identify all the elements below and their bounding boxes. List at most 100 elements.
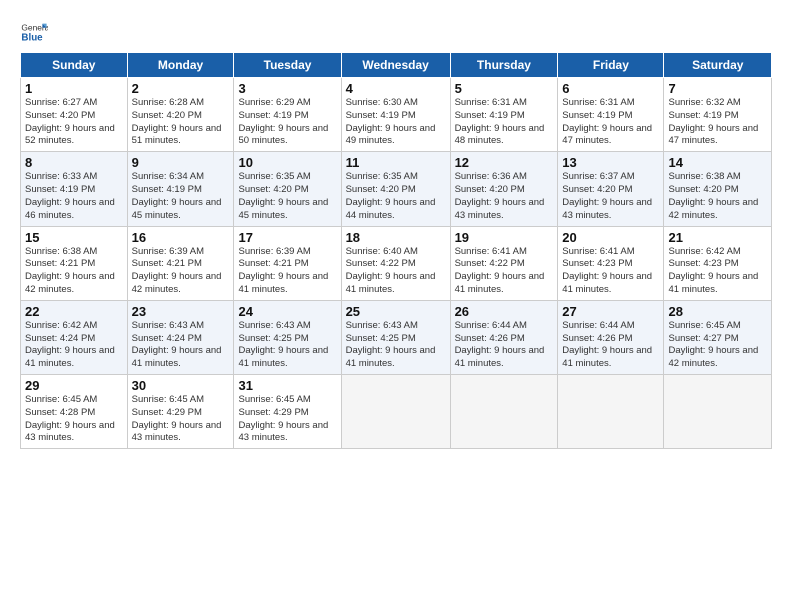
col-header-saturday: Saturday [664,53,772,78]
calendar-cell: 27Sunrise: 6:44 AM Sunset: 4:26 PM Dayli… [558,300,664,374]
week-row-5: 29Sunrise: 6:45 AM Sunset: 4:28 PM Dayli… [21,375,772,449]
logo-icon: General Blue [20,18,48,46]
day-detail: Sunrise: 6:41 AM Sunset: 4:22 PM Dayligh… [455,246,545,295]
col-header-wednesday: Wednesday [341,53,450,78]
col-header-thursday: Thursday [450,53,558,78]
day-detail: Sunrise: 6:40 AM Sunset: 4:22 PM Dayligh… [346,246,436,295]
calendar-cell: 14Sunrise: 6:38 AM Sunset: 4:20 PM Dayli… [664,152,772,226]
calendar-cell: 25Sunrise: 6:43 AM Sunset: 4:25 PM Dayli… [341,300,450,374]
header-row: SundayMondayTuesdayWednesdayThursdayFrid… [21,53,772,78]
day-number: 12 [455,155,554,170]
calendar-cell: 11Sunrise: 6:35 AM Sunset: 4:20 PM Dayli… [341,152,450,226]
day-detail: Sunrise: 6:29 AM Sunset: 4:19 PM Dayligh… [238,97,328,146]
calendar-cell [664,375,772,449]
day-detail: Sunrise: 6:43 AM Sunset: 4:25 PM Dayligh… [238,320,328,369]
calendar-cell: 20Sunrise: 6:41 AM Sunset: 4:23 PM Dayli… [558,226,664,300]
day-detail: Sunrise: 6:31 AM Sunset: 4:19 PM Dayligh… [455,97,545,146]
calendar-cell: 10Sunrise: 6:35 AM Sunset: 4:20 PM Dayli… [234,152,341,226]
day-number: 30 [132,378,230,393]
calendar-cell: 28Sunrise: 6:45 AM Sunset: 4:27 PM Dayli… [664,300,772,374]
week-row-4: 22Sunrise: 6:42 AM Sunset: 4:24 PM Dayli… [21,300,772,374]
calendar-cell: 12Sunrise: 6:36 AM Sunset: 4:20 PM Dayli… [450,152,558,226]
day-detail: Sunrise: 6:42 AM Sunset: 4:24 PM Dayligh… [25,320,115,369]
day-detail: Sunrise: 6:44 AM Sunset: 4:26 PM Dayligh… [562,320,652,369]
calendar-cell: 19Sunrise: 6:41 AM Sunset: 4:22 PM Dayli… [450,226,558,300]
day-number: 7 [668,81,767,96]
day-number: 27 [562,304,659,319]
day-number: 9 [132,155,230,170]
calendar-cell: 21Sunrise: 6:42 AM Sunset: 4:23 PM Dayli… [664,226,772,300]
day-detail: Sunrise: 6:42 AM Sunset: 4:23 PM Dayligh… [668,246,758,295]
day-number: 3 [238,81,336,96]
calendar-cell: 15Sunrise: 6:38 AM Sunset: 4:21 PM Dayli… [21,226,128,300]
day-number: 31 [238,378,336,393]
day-detail: Sunrise: 6:39 AM Sunset: 4:21 PM Dayligh… [132,246,222,295]
day-detail: Sunrise: 6:38 AM Sunset: 4:21 PM Dayligh… [25,246,115,295]
week-row-2: 8Sunrise: 6:33 AM Sunset: 4:19 PM Daylig… [21,152,772,226]
calendar-table: SundayMondayTuesdayWednesdayThursdayFrid… [20,52,772,449]
col-header-friday: Friday [558,53,664,78]
day-number: 11 [346,155,446,170]
day-number: 16 [132,230,230,245]
day-number: 5 [455,81,554,96]
top-row: General Blue [20,18,772,48]
day-detail: Sunrise: 6:43 AM Sunset: 4:24 PM Dayligh… [132,320,222,369]
day-detail: Sunrise: 6:45 AM Sunset: 4:29 PM Dayligh… [132,394,222,443]
day-number: 23 [132,304,230,319]
calendar-cell [450,375,558,449]
col-header-tuesday: Tuesday [234,53,341,78]
day-number: 6 [562,81,659,96]
day-detail: Sunrise: 6:35 AM Sunset: 4:20 PM Dayligh… [346,171,436,220]
day-detail: Sunrise: 6:45 AM Sunset: 4:27 PM Dayligh… [668,320,758,369]
calendar-cell: 23Sunrise: 6:43 AM Sunset: 4:24 PM Dayli… [127,300,234,374]
calendar-cell: 6Sunrise: 6:31 AM Sunset: 4:19 PM Daylig… [558,78,664,152]
day-number: 25 [346,304,446,319]
calendar-cell: 17Sunrise: 6:39 AM Sunset: 4:21 PM Dayli… [234,226,341,300]
day-detail: Sunrise: 6:39 AM Sunset: 4:21 PM Dayligh… [238,246,328,295]
day-detail: Sunrise: 6:27 AM Sunset: 4:20 PM Dayligh… [25,97,115,146]
day-detail: Sunrise: 6:44 AM Sunset: 4:26 PM Dayligh… [455,320,545,369]
day-number: 17 [238,230,336,245]
day-detail: Sunrise: 6:28 AM Sunset: 4:20 PM Dayligh… [132,97,222,146]
calendar-cell: 2Sunrise: 6:28 AM Sunset: 4:20 PM Daylig… [127,78,234,152]
day-number: 8 [25,155,123,170]
calendar-cell [558,375,664,449]
day-number: 19 [455,230,554,245]
col-header-monday: Monday [127,53,234,78]
calendar-cell: 7Sunrise: 6:32 AM Sunset: 4:19 PM Daylig… [664,78,772,152]
day-detail: Sunrise: 6:34 AM Sunset: 4:19 PM Dayligh… [132,171,222,220]
calendar-cell: 3Sunrise: 6:29 AM Sunset: 4:19 PM Daylig… [234,78,341,152]
day-detail: Sunrise: 6:38 AM Sunset: 4:20 PM Dayligh… [668,171,758,220]
calendar-cell: 31Sunrise: 6:45 AM Sunset: 4:29 PM Dayli… [234,375,341,449]
calendar-cell: 1Sunrise: 6:27 AM Sunset: 4:20 PM Daylig… [21,78,128,152]
day-number: 28 [668,304,767,319]
day-detail: Sunrise: 6:31 AM Sunset: 4:19 PM Dayligh… [562,97,652,146]
logo-area: General Blue [20,18,52,46]
day-detail: Sunrise: 6:36 AM Sunset: 4:20 PM Dayligh… [455,171,545,220]
calendar-cell: 16Sunrise: 6:39 AM Sunset: 4:21 PM Dayli… [127,226,234,300]
day-number: 26 [455,304,554,319]
day-detail: Sunrise: 6:43 AM Sunset: 4:25 PM Dayligh… [346,320,436,369]
day-number: 20 [562,230,659,245]
day-number: 24 [238,304,336,319]
calendar-cell: 26Sunrise: 6:44 AM Sunset: 4:26 PM Dayli… [450,300,558,374]
col-header-sunday: Sunday [21,53,128,78]
day-number: 1 [25,81,123,96]
calendar-cell [341,375,450,449]
day-number: 15 [25,230,123,245]
svg-text:Blue: Blue [21,32,43,43]
day-number: 2 [132,81,230,96]
calendar-cell: 18Sunrise: 6:40 AM Sunset: 4:22 PM Dayli… [341,226,450,300]
calendar-cell: 4Sunrise: 6:30 AM Sunset: 4:19 PM Daylig… [341,78,450,152]
day-number: 21 [668,230,767,245]
day-detail: Sunrise: 6:35 AM Sunset: 4:20 PM Dayligh… [238,171,328,220]
day-detail: Sunrise: 6:32 AM Sunset: 4:19 PM Dayligh… [668,97,758,146]
calendar-cell: 22Sunrise: 6:42 AM Sunset: 4:24 PM Dayli… [21,300,128,374]
day-number: 13 [562,155,659,170]
day-detail: Sunrise: 6:41 AM Sunset: 4:23 PM Dayligh… [562,246,652,295]
day-detail: Sunrise: 6:30 AM Sunset: 4:19 PM Dayligh… [346,97,436,146]
day-number: 22 [25,304,123,319]
calendar-cell: 9Sunrise: 6:34 AM Sunset: 4:19 PM Daylig… [127,152,234,226]
calendar-cell: 29Sunrise: 6:45 AM Sunset: 4:28 PM Dayli… [21,375,128,449]
day-number: 29 [25,378,123,393]
